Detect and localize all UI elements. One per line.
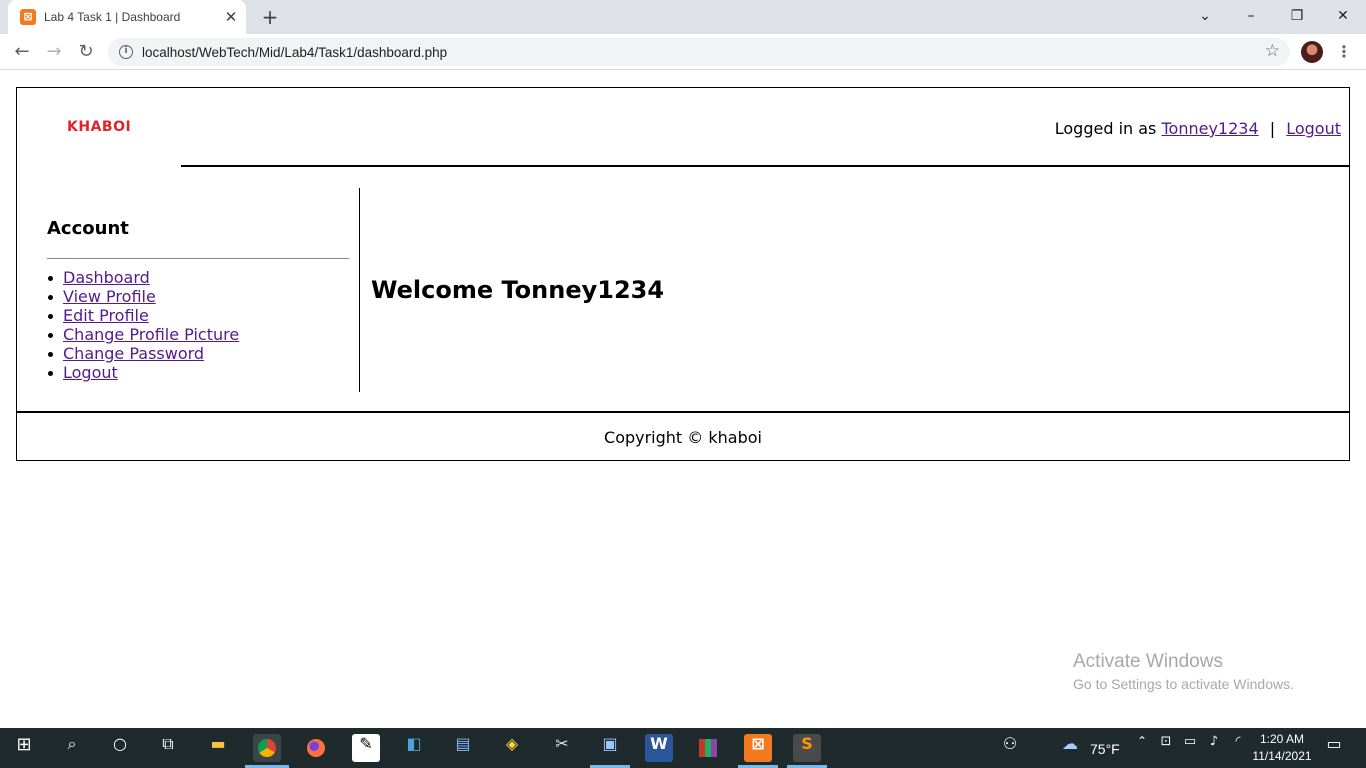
page-footer: Copyright © khaboi <box>17 411 1349 460</box>
xampp-taskbar-icon[interactable]: ⊠ <box>744 734 772 762</box>
firefox-icon[interactable] <box>302 734 330 762</box>
browser-tab-active[interactable]: ⊠ Lab 4 Task 1 | Dashboard ✕ <box>8 0 246 34</box>
windows-start-icon[interactable]: ⊞ <box>10 734 38 762</box>
menu-item-view-profile: View Profile <box>47 287 239 306</box>
new-tab-icon[interactable]: + <box>258 6 282 28</box>
dashboard-frame: KHABOI Logged in as Tonney1234 | Logout … <box>16 87 1350 461</box>
login-info: Logged in as Tonney1234 | Logout <box>1055 119 1341 138</box>
minimize-icon[interactable]: – <box>1236 5 1266 27</box>
account-sidebar: Account Dashboard View Profile Edit Prof… <box>17 188 360 392</box>
copyright-text: Copyright © khaboi <box>604 428 762 447</box>
activate-windows-watermark: Activate Windows Go to Settings to activ… <box>1073 651 1294 695</box>
forward-arrow-icon[interactable]: → <box>42 40 66 64</box>
change-password-link[interactable]: Change Password <box>63 344 204 363</box>
chrome-icon[interactable] <box>253 734 281 762</box>
page-header: KHABOI Logged in as Tonney1234 | Logout <box>17 88 1349 167</box>
restore-icon[interactable]: ❐ <box>1282 5 1312 27</box>
notepad-icon[interactable]: ✎ <box>352 734 380 762</box>
account-title: Account <box>47 218 129 239</box>
url-text[interactable]: localhost/WebTech/Mid/Lab4/Task1/dashboa… <box>142 45 447 60</box>
sidebar-logout-link[interactable]: Logout <box>63 363 118 382</box>
tab-title: Lab 4 Task 1 | Dashboard <box>44 10 181 24</box>
sublime-text-icon[interactable]: S <box>793 734 821 762</box>
clock-date: 11/14/2021 <box>1252 749 1312 763</box>
clock-time: 1:20 AM <box>1259 732 1305 746</box>
watermark-subtitle: Go to Settings to activate Windows. <box>1073 676 1294 692</box>
weather-icon[interactable]: ☁ <box>1056 734 1084 762</box>
file-explorer-icon[interactable]: ▬ <box>204 734 232 762</box>
account-divider <box>47 258 349 259</box>
browser-menu-icon[interactable]: ⋮ <box>1336 40 1352 64</box>
change-profile-picture-link[interactable]: Change Profile Picture <box>63 325 239 344</box>
winrar-icon[interactable] <box>694 734 722 762</box>
edit-profile-link[interactable]: Edit Profile <box>63 306 149 325</box>
browser-tab-bar: ⊠ Lab 4 Task 1 | Dashboard ✕ + ⌄ – ❐ ✕ <box>0 0 1366 34</box>
search-icon[interactable]: ⌕ <box>58 734 86 762</box>
clock[interactable]: 1:20 AM 11/14/2021 <box>1244 731 1320 765</box>
address-bar[interactable]: i localhost/WebTech/Mid/Lab4/Task1/dashb… <box>108 38 1290 66</box>
menu-item-change-password: Change Password <box>47 344 239 363</box>
logged-in-prefix: Logged in as <box>1054 119 1157 138</box>
close-window-icon[interactable]: ✕ <box>1328 5 1358 27</box>
python-icon[interactable]: ◈ <box>498 734 526 762</box>
profile-avatar[interactable] <box>1301 41 1323 63</box>
menu-item-dashboard: Dashboard <box>47 268 239 287</box>
paint-icon[interactable]: ✂ <box>548 734 576 762</box>
watermark-title: Activate Windows <box>1073 651 1223 672</box>
weather-temperature[interactable]: 75°F <box>1090 741 1120 757</box>
logo-cell: KHABOI <box>17 88 181 167</box>
virtualbox-icon[interactable]: ◧ <box>400 734 428 762</box>
close-tab-icon[interactable]: ✕ <box>222 8 240 26</box>
header-logout-link[interactable]: Logout <box>1286 119 1341 138</box>
reload-icon[interactable]: ↻ <box>74 40 98 64</box>
page-viewport: KHABOI Logged in as Tonney1234 | Logout … <box>0 71 1366 728</box>
notification-center-icon[interactable]: ▭ <box>1320 734 1348 762</box>
cortana-icon[interactable]: ○ <box>106 734 134 762</box>
username-link[interactable]: Tonney1234 <box>1161 119 1258 138</box>
welcome-heading: Welcome Tonney1234 <box>371 276 665 304</box>
view-profile-link[interactable]: View Profile <box>63 287 156 306</box>
people-icon[interactable]: ⚇ <box>996 734 1024 762</box>
info-icon[interactable]: i <box>119 45 133 59</box>
tab-search-icon[interactable]: ⌄ <box>1190 5 1220 27</box>
remote-desktop-icon[interactable]: ▣ <box>596 734 624 762</box>
back-arrow-icon[interactable]: ← <box>10 40 34 64</box>
xampp-icon: ⊠ <box>20 9 36 25</box>
windows-taskbar: ⊞ ⌕ ○ ⧉ ▬ ✎ ◧ ▤ ◈ ✂ ▣ W ⊠ S ⚇ ☁ 75°F ⌃ ⊡… <box>0 728 1366 768</box>
control-panel-icon[interactable]: ▤ <box>449 734 477 762</box>
task-view-icon[interactable]: ⧉ <box>154 734 182 762</box>
separator: | <box>1269 119 1276 138</box>
bookmark-star-icon[interactable]: ☆ <box>1265 41 1280 61</box>
dashboard-link[interactable]: Dashboard <box>63 268 150 287</box>
account-menu: Dashboard View Profile Edit Profile Chan… <box>47 268 239 382</box>
browser-toolbar: ← → ↻ i localhost/WebTech/Mid/Lab4/Task1… <box>0 34 1366 70</box>
menu-item-logout: Logout <box>47 363 239 382</box>
menu-item-edit-profile: Edit Profile <box>47 306 239 325</box>
menu-item-change-picture: Change Profile Picture <box>47 325 239 344</box>
khaboi-logo: KHABOI <box>67 119 132 135</box>
word-icon[interactable]: W <box>645 734 673 762</box>
